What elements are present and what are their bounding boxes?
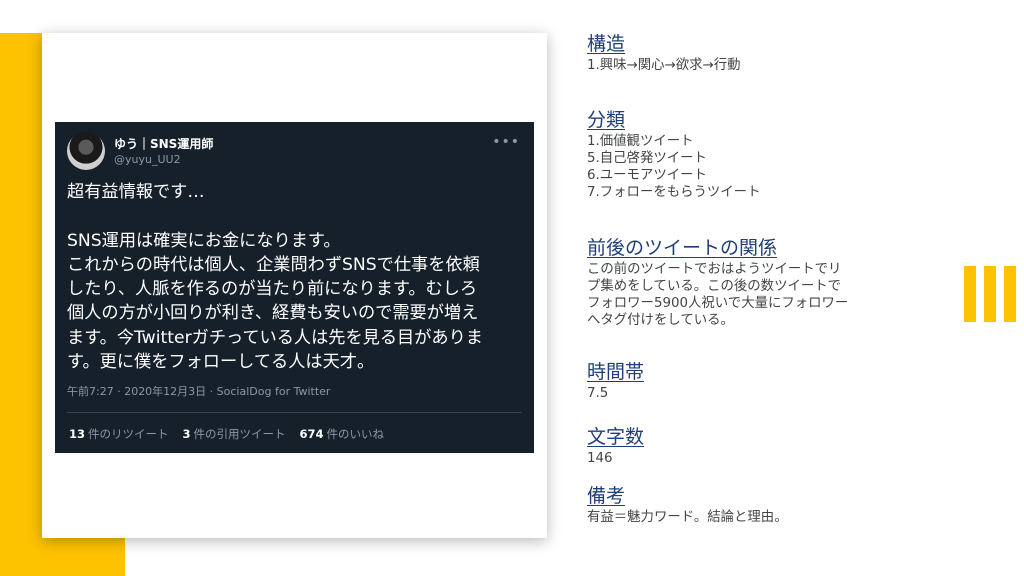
tweet-line: す。更に僕をフォローしてる人は天才。 (67, 352, 375, 373)
section-remarks: 備考 有益＝魅力ワード。結論と理由。 (587, 484, 917, 526)
tweet-line: 超有益情報です… (67, 182, 205, 202)
tweet-line: 個人の方が小回りが利き、経費も安いので需要が増え (67, 303, 479, 324)
tweet-line: SNS運用は確実にお金になります。 (67, 230, 341, 251)
section-title: 分類 (587, 109, 626, 131)
section-body: 1.価値観ツイート 5.自己啓発ツイート 6.ユーモアツイート 7.フォローをも… (587, 134, 761, 200)
section-chars: 文字数 146 (587, 425, 917, 467)
section-structure: 構造 1.興味→関心→欲求→行動 (587, 32, 917, 74)
tweet-stats: 13 件のリツイート 3 件の引用ツイート 674 件のいいね (69, 426, 384, 442)
more-dots-icon[interactable]: ••• (492, 134, 520, 150)
quote-count-link[interactable]: 3 件の引用ツイート (183, 426, 286, 442)
user-handle[interactable]: @yuyu_UU2 (114, 153, 181, 166)
divider (67, 412, 522, 413)
stripe (1004, 266, 1016, 322)
section-title: 構造 (587, 33, 626, 55)
stripes-decoration (964, 266, 1024, 322)
section-body: 7.5 (587, 386, 609, 401)
like-count-link[interactable]: 674 件のいいね (300, 426, 385, 442)
section-relation: 前後のツイートの関係 この前のツイートでおはようツイートでリ プ集めをしている。… (587, 236, 917, 329)
section-time: 時間帯 7.5 (587, 360, 917, 402)
retweet-count-link[interactable]: 13 件のリツイート (69, 426, 169, 442)
left-accent-notch (0, 0, 125, 33)
display-name[interactable]: ゆう｜SNS運用師 (114, 135, 213, 152)
tweet-screenshot: ゆう｜SNS運用師 @yuyu_UU2 ••• 超有益情報です… SNS運用は確… (55, 122, 534, 453)
section-body: 146 (587, 451, 613, 466)
stripe (984, 266, 996, 322)
stripe (964, 266, 976, 322)
tweet-line: これからの時代は個人、企業問わずSNSで仕事を依頼 (67, 254, 480, 275)
tweet-meta: 午前7:27 · 2020年12月3日 · SocialDog for Twit… (67, 385, 331, 398)
tweet-line: したり、人脈を作るのが当たり前になります。むしろ (67, 279, 478, 300)
tweet-text: 超有益情報です… SNS運用は確実にお金になります。 これからの時代は個人、企業… (67, 180, 529, 374)
section-category: 分類 1.価値観ツイート 5.自己啓発ツイート 6.ユーモアツイート 7.フォロ… (587, 108, 917, 201)
section-body: この前のツイートでおはようツイートでリ プ集めをしている。この後の数ツイートで … (587, 262, 849, 328)
section-title: 備考 (587, 485, 626, 507)
avatar[interactable] (67, 132, 105, 170)
section-title: 前後のツイートの関係 (587, 237, 778, 259)
section-title: 文字数 (587, 426, 645, 448)
tweet-line: ます。今Twitterガチっている人は先を見る目がありま (67, 327, 483, 348)
section-body: 1.興味→関心→欲求→行動 (587, 58, 741, 73)
section-body: 有益＝魅力ワード。結論と理由。 (587, 510, 788, 525)
section-title: 時間帯 (587, 361, 645, 383)
tweet-line (67, 204, 529, 228)
